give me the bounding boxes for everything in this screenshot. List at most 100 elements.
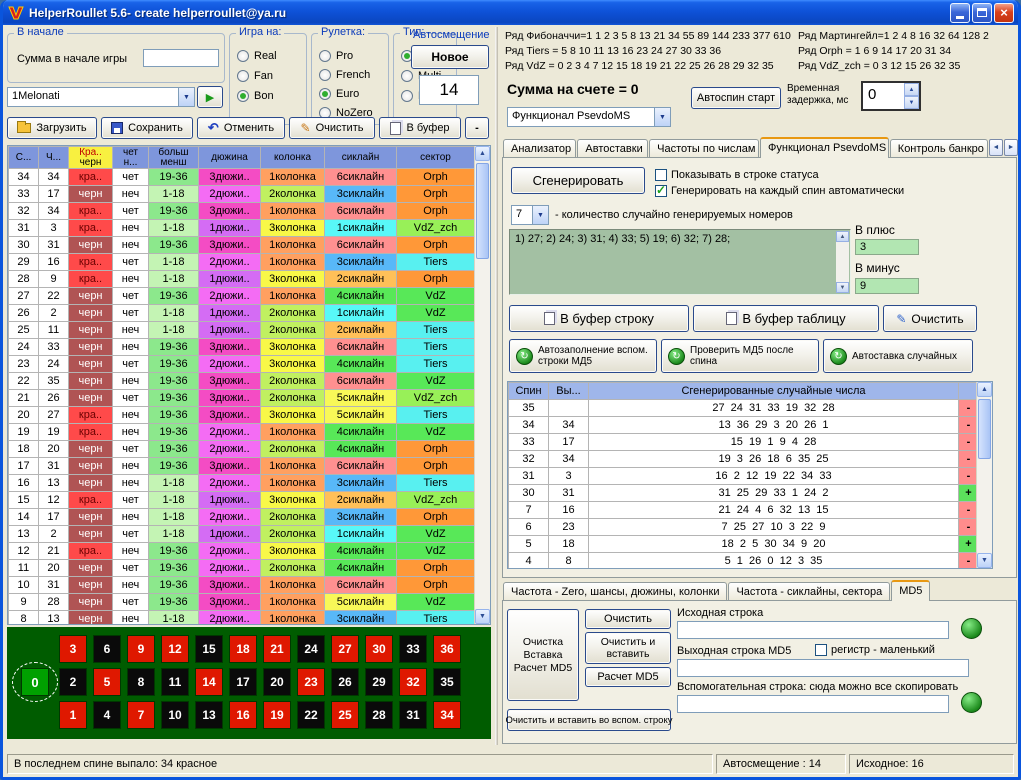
spin-down-icon[interactable]: ▼ <box>904 96 919 109</box>
clear-button[interactable]: ✎ Очистить <box>289 117 375 139</box>
history-row[interactable]: 1820чернчет19-362дюжи..2колонка4сиклайнO… <box>9 441 475 458</box>
history-row[interactable]: 813черннеч1-182дюжи..1колонка3сиклайнTie… <box>9 611 475 626</box>
gen-row[interactable]: 3527 24 31 33 19 32 28- <box>509 400 979 417</box>
paste-ball-icon[interactable] <box>961 618 982 639</box>
gen-row[interactable]: 303131 25 29 33 1 24 2+ <box>509 485 979 502</box>
auto-generate-checkbox[interactable]: Генерировать на каждый спин автоматическ… <box>655 185 904 197</box>
generated-output[interactable]: 1) 27; 2) 24; 3) 31; 4) 33; 5) 19; 6) 32… <box>509 229 851 295</box>
history-scrollbar[interactable]: ▲ ▼ <box>474 146 490 624</box>
tab-автоставки[interactable]: Автоставки <box>577 139 648 158</box>
tab-частоты-по-числам[interactable]: Частоты по числам <box>649 139 759 158</box>
load-button[interactable]: Загрузить <box>7 117 97 139</box>
board-number-0[interactable]: 0 <box>21 668 49 696</box>
board-number-20[interactable]: 20 <box>263 668 291 696</box>
scroll-thumb[interactable] <box>476 163 489 259</box>
clear-paste-helper-button[interactable]: Очистить и вставить во вспом. строку <box>507 709 671 731</box>
board-number-8[interactable]: 8 <box>127 668 155 696</box>
paste-ball-icon[interactable] <box>961 692 982 713</box>
helper-string-input[interactable] <box>677 695 949 713</box>
minus-button[interactable]: - <box>465 117 489 139</box>
scroll-thumb[interactable] <box>978 399 991 459</box>
history-row[interactable]: 132чернчет1-181дюжи..2колонка1сиклайнVdZ <box>9 526 475 543</box>
radio-euro[interactable]: Euro <box>319 84 373 103</box>
copy-table-button[interactable]: В буфер таблицу <box>693 305 879 332</box>
to-buffer-button[interactable]: В буфер <box>379 117 461 139</box>
scroll-track[interactable] <box>977 397 992 553</box>
board-number-22[interactable]: 22 <box>297 701 325 729</box>
tab-частота-сиклайны-сектора[interactable]: Частота - сиклайны, сектора <box>728 582 890 601</box>
board-number-32[interactable]: 32 <box>399 668 427 696</box>
tab-функционал-psevdoms[interactable]: Функционал PsevdoMS <box>760 137 889 158</box>
history-row[interactable]: 3234кра..чет19-363дюжи..1колонка6сиклайн… <box>9 203 475 220</box>
board-number-12[interactable]: 12 <box>161 635 189 663</box>
board-number-21[interactable]: 21 <box>263 635 291 663</box>
function-combo[interactable]: Функционал PsevdoMS ▼ <box>507 107 671 127</box>
generated-scrollbar[interactable]: ▲ ▼ <box>976 382 992 568</box>
history-row[interactable]: 3031черннеч19-363дюжи..1колонка6сиклайнO… <box>9 237 475 254</box>
history-row[interactable]: 928чернчет19-363дюжи..1колонка5сиклайнVd… <box>9 594 475 611</box>
board-number-17[interactable]: 17 <box>229 668 257 696</box>
board-number-33[interactable]: 33 <box>399 635 427 663</box>
count-combo[interactable]: 7 ▼ <box>511 205 549 225</box>
clear-output-button[interactable]: ✎ Очистить <box>883 305 977 332</box>
board-number-24[interactable]: 24 <box>297 635 325 663</box>
autobet-button[interactable]: ↻ Автоставка случайных <box>823 339 973 373</box>
output-string-input[interactable] <box>677 659 969 677</box>
minimize-button[interactable] <box>950 3 970 23</box>
maximize-button[interactable] <box>972 3 992 23</box>
history-row[interactable]: 1512кра..чет1-181дюжи..3колонка2сиклайнV… <box>9 492 475 509</box>
history-row[interactable]: 2433черннеч19-363дюжи..3колонка6сиклайнT… <box>9 339 475 356</box>
board-number-30[interactable]: 30 <box>365 635 393 663</box>
history-row[interactable]: 313кра..неч1-181дюжи..3колонка1сиклайнVd… <box>9 220 475 237</box>
output-scrollbar[interactable]: ▲ ▼ <box>836 231 849 293</box>
board-number-13[interactable]: 13 <box>195 701 223 729</box>
history-row[interactable]: 3317черннеч1-182дюжи..2колонка3сиклайнOr… <box>9 186 475 203</box>
board-number-14[interactable]: 14 <box>195 668 223 696</box>
history-row[interactable]: 2511черннеч1-181дюжи..2колонка2сиклайнTi… <box>9 322 475 339</box>
board-number-23[interactable]: 23 <box>297 668 325 696</box>
history-row[interactable]: 289кра..неч1-181дюжи..3колонка2сиклайнOr… <box>9 271 475 288</box>
history-row[interactable]: 1919кра..неч19-362дюжи..1колонка4сиклайн… <box>9 424 475 441</box>
board-number-25[interactable]: 25 <box>331 701 359 729</box>
board-number-26[interactable]: 26 <box>331 668 359 696</box>
gen-row[interactable]: 343413 36 29 3 20 26 1- <box>509 417 979 434</box>
history-row[interactable]: 262чернчет1-181дюжи..2колонка1сиклайнVdZ <box>9 305 475 322</box>
tab-md5[interactable]: MD5 <box>891 580 930 601</box>
board-number-5[interactable]: 5 <box>93 668 121 696</box>
show-status-checkbox[interactable]: Показывать в строке статуса <box>655 169 819 181</box>
history-row[interactable]: 2126чернчет19-363дюжи..2колонка5сиклайнV… <box>9 390 475 407</box>
new-button[interactable]: Новое <box>411 45 489 69</box>
gen-row[interactable]: 51818 2 5 30 34 9 20+ <box>509 536 979 553</box>
history-row[interactable]: 1417черннеч1-182дюжи..2колонка3сиклайнOr… <box>9 509 475 526</box>
preset-combo[interactable]: 1Melonati ▼ <box>7 87 195 107</box>
gen-row[interactable]: 331715 19 1 9 4 28- <box>509 434 979 451</box>
tabs-scroll-left-icon[interactable]: ◄ <box>989 139 1003 156</box>
autofill-md5-button[interactable]: ↻ Автозаполнение вспом. строки МД5 <box>509 339 657 373</box>
history-row[interactable]: 2916кра..чет1-182дюжи..1колонка3сиклайнT… <box>9 254 475 271</box>
autospin-button[interactable]: Автоспин старт <box>691 87 781 109</box>
source-string-input[interactable] <box>677 621 949 639</box>
scroll-up-icon[interactable]: ▲ <box>836 231 849 242</box>
md5-big-button[interactable]: Очистка Вставка Расчет MD5 <box>507 609 579 701</box>
board-number-27[interactable]: 27 <box>331 635 359 663</box>
radio-pro[interactable]: Pro <box>319 46 373 65</box>
undo-button[interactable]: ↶ Отменить <box>197 117 285 139</box>
spin-up-icon[interactable]: ▲ <box>904 83 919 96</box>
board-number-29[interactable]: 29 <box>365 668 393 696</box>
gen-row[interactable]: 71621 24 4 6 32 13 15- <box>509 502 979 519</box>
history-row[interactable]: 3434кра..чет19-363дюжи..1колонка6сиклайн… <box>9 169 475 186</box>
history-row[interactable]: 1120чернчет19-362дюжи..2колонка4сиклайнO… <box>9 560 475 577</box>
history-row[interactable]: 1221кра..неч19-362дюжи..3колонка4сиклайн… <box>9 543 475 560</box>
board-number-28[interactable]: 28 <box>365 701 393 729</box>
history-row[interactable]: 1731черннеч19-363дюжи..1колонка6сиклайнO… <box>9 458 475 475</box>
scroll-up-icon[interactable]: ▲ <box>475 146 490 161</box>
generate-button[interactable]: Сгенерировать <box>511 167 645 194</box>
gen-row[interactable]: 31316 2 12 19 22 34 33- <box>509 468 979 485</box>
history-row[interactable]: 2324чернчет19-362дюжи..3колонка4сиклайнT… <box>9 356 475 373</box>
board-number-2[interactable]: 2 <box>59 668 87 696</box>
tabs-scroll-right-icon[interactable]: ► <box>1004 139 1018 156</box>
md5-clear-button[interactable]: Очистить <box>585 609 671 629</box>
md5-clear-paste-button[interactable]: Очистить и вставить <box>585 632 671 664</box>
board-number-9[interactable]: 9 <box>127 635 155 663</box>
history-row[interactable]: 2027кра..неч19-363дюжи..3колонка5сиклайн… <box>9 407 475 424</box>
